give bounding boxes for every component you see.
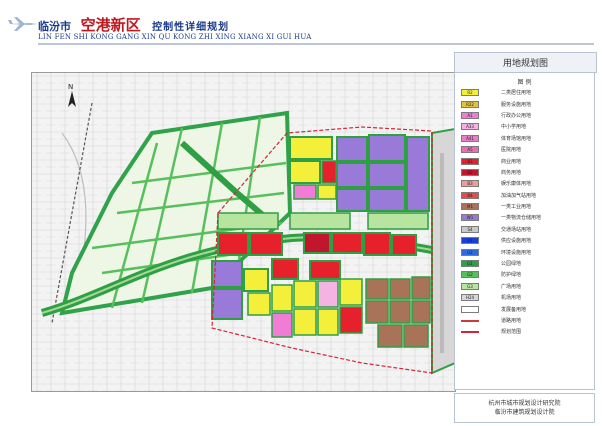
institute-line-1: 杭州市城市规划设计研究院 bbox=[488, 400, 561, 407]
legend-code: R2 bbox=[461, 89, 479, 97]
legend-item: B1 商业用地 bbox=[461, 155, 541, 166]
legend-item: B3 娱乐康体用地 bbox=[461, 178, 541, 189]
legend-item: G2 防护绿地 bbox=[461, 269, 541, 280]
legend-code: A5 bbox=[461, 146, 479, 154]
legend-code: G1 bbox=[461, 260, 479, 268]
legend-code: W1 bbox=[461, 214, 479, 222]
legend-item: M1 一类工业用地 bbox=[461, 201, 541, 212]
airport bbox=[431, 127, 455, 375]
legend-label: 供应设施用地 bbox=[501, 238, 532, 245]
legend-code: U1 bbox=[461, 237, 479, 245]
legend-item: S4 交通场站用地 bbox=[461, 224, 541, 235]
design-institute: 杭州市城市规划设计研究院 临汾市建筑规划设计院 bbox=[454, 393, 595, 423]
legend-label: 发展备用地 bbox=[501, 306, 527, 313]
legend-item: 发展备用地 bbox=[461, 303, 541, 314]
legend-item: U1 供应设施用地 bbox=[461, 235, 541, 246]
legend-code: A1 bbox=[461, 111, 479, 119]
legend-item: B4 加油加气站用地 bbox=[461, 190, 541, 201]
map-canvas: N bbox=[32, 73, 455, 391]
legend-code: A33 bbox=[461, 123, 479, 131]
legend-code: B2 bbox=[461, 168, 479, 176]
legend-item: U2 环境设施用地 bbox=[461, 246, 541, 257]
svg-text:N: N bbox=[68, 83, 73, 91]
legend-label: 一类物流仓储用地 bbox=[501, 215, 542, 222]
legend-label: 道路用地 bbox=[501, 318, 522, 324]
legend-code: G2 bbox=[461, 271, 479, 279]
legend-label: 中小学用地 bbox=[501, 124, 527, 131]
sheet-title: 用地规划图 bbox=[454, 52, 597, 73]
legend-item: A5 医院用地 bbox=[461, 144, 541, 155]
legend-item: A1 行政办公用地 bbox=[461, 110, 541, 121]
legend-label: 公园绿地 bbox=[501, 261, 522, 268]
legend-label: 体育场馆用地 bbox=[501, 135, 532, 142]
legend-item: H24 机场用地 bbox=[461, 292, 541, 303]
legend-swatch bbox=[461, 319, 479, 322]
legend-code: U2 bbox=[461, 248, 479, 256]
legend-code: B3 bbox=[461, 180, 479, 188]
legend-label: 医院用地 bbox=[501, 147, 522, 154]
legend-swatch bbox=[461, 305, 479, 313]
institute-line-2: 临汾市建筑规划设计院 bbox=[494, 409, 555, 416]
legend-label: 环境设施用地 bbox=[501, 249, 532, 256]
legend-panel: 图 例 R2 二类居住用地 R22 服务设施用地 A1 行政办公用地 A33 中小学用地 A41… bbox=[454, 72, 595, 390]
header-divider bbox=[38, 43, 594, 45]
legend-item: A33 中小学用地 bbox=[461, 121, 541, 132]
legend-title: 图 例 bbox=[517, 79, 532, 86]
legend-item: G3 广场用地 bbox=[461, 281, 541, 292]
legend-label: 规划范围 bbox=[501, 329, 522, 336]
legend-code: M1 bbox=[461, 203, 479, 211]
title-zone: 空港新区 bbox=[80, 16, 141, 34]
legend-label: 行政办公用地 bbox=[501, 112, 532, 119]
legend-item: B2 商务用地 bbox=[461, 167, 541, 178]
title-plan: 控制性详细规划 bbox=[152, 22, 230, 33]
legend-label: 二类居住用地 bbox=[501, 90, 532, 97]
header: 临汾市 空港新区 控制性详细规划 LIN FEN SHI KONG GANG X… bbox=[0, 0, 602, 46]
logistics-northeast bbox=[336, 134, 430, 212]
legend-label: 防护绿地 bbox=[501, 272, 522, 279]
legend-rows: R2 二类居住用地 R22 服务设施用地 A1 行政办公用地 A33 中小学用地 A41 体育场馆… bbox=[461, 87, 541, 338]
legend-item: R22 服务设施用地 bbox=[461, 98, 541, 109]
legend-code: A41 bbox=[461, 134, 479, 142]
airplane-icon bbox=[8, 17, 37, 31]
legend-label: 机场用地 bbox=[501, 295, 522, 302]
legend-swatch bbox=[461, 330, 479, 333]
title-pinyin: LIN FEN SHI KONG GANG XIN QU KONG ZHI XI… bbox=[38, 33, 312, 41]
legend-item: 规划范围 bbox=[461, 326, 541, 337]
title: 临汾市 空港新区 控制性详细规划 bbox=[38, 14, 229, 35]
legend-code: S4 bbox=[461, 225, 479, 233]
legend-item: R2 二类居住用地 bbox=[461, 87, 541, 98]
legend-code: R22 bbox=[461, 100, 479, 108]
legend-item: G1 公园绿地 bbox=[461, 258, 541, 269]
legend-code: G3 bbox=[461, 282, 479, 290]
title-city: 临汾市 bbox=[38, 20, 71, 33]
residential-north bbox=[289, 136, 337, 200]
legend-item: W1 一类物流仓储用地 bbox=[461, 212, 541, 223]
legend-code: B4 bbox=[461, 191, 479, 199]
legend-code: B1 bbox=[461, 157, 479, 165]
legend-label: 娱乐康体用地 bbox=[501, 181, 532, 188]
legend-label: 加油加气站用地 bbox=[501, 192, 537, 199]
legend-label: 商务用地 bbox=[501, 169, 522, 176]
legend-label: 交通场站用地 bbox=[501, 226, 532, 233]
land-use-map[interactable]: N bbox=[31, 72, 456, 392]
legend-code: H24 bbox=[461, 294, 479, 302]
legend-label: 商业用地 bbox=[501, 158, 522, 165]
legend-label: 广场用地 bbox=[501, 283, 522, 290]
legend-label: 一类工业用地 bbox=[501, 204, 532, 211]
legend-label: 服务设施用地 bbox=[501, 101, 532, 108]
legend-item: A41 体育场馆用地 bbox=[461, 133, 541, 144]
legend-item: 道路用地 bbox=[461, 315, 541, 326]
